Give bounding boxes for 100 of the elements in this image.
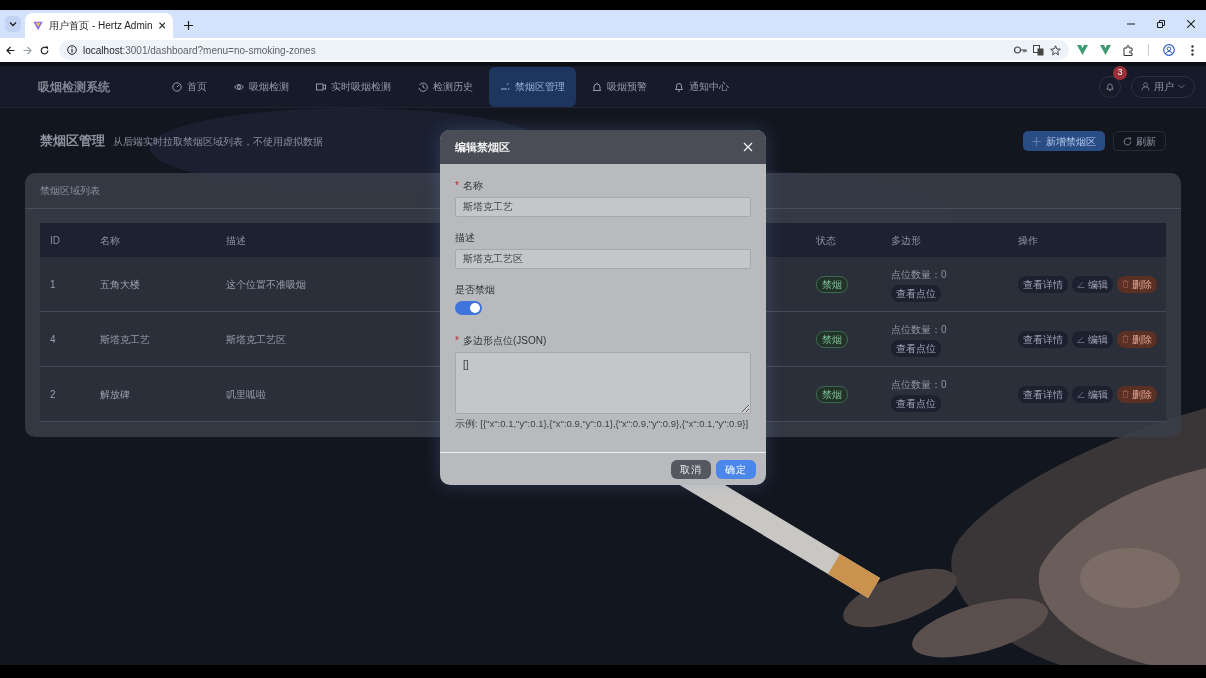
status-tag: 禁烟: [816, 275, 848, 293]
cancel-button[interactable]: 取消: [671, 459, 711, 479]
input-field[interactable]: 斯塔克工艺区: [455, 249, 751, 269]
table-cell-text: 叽里呱啦: [226, 387, 266, 402]
chevron-down-icon: [1178, 84, 1185, 89]
back-button[interactable]: [6, 45, 15, 55]
nav-tab[interactable]: 首页: [161, 66, 218, 107]
reload-icon: [1123, 136, 1132, 146]
column-header: 描述: [226, 233, 246, 248]
reload-button[interactable]: [40, 45, 49, 55]
video-camera-icon: [316, 81, 326, 92]
pencil-icon: [1077, 390, 1085, 398]
puzzle-icon[interactable]: [1123, 44, 1134, 56]
point-count: 点位数量：0: [891, 267, 947, 282]
refresh-button[interactable]: 刷新: [1113, 131, 1166, 151]
tab-title: 用户首页 - Hertz Admin: [49, 19, 153, 33]
field-label: 名称: [462, 179, 483, 193]
star-icon[interactable]: [1050, 44, 1061, 56]
nav-tab[interactable]: 吸烟检测: [223, 66, 300, 107]
nav-tab[interactable]: 吸烟预警: [581, 66, 658, 107]
notification-badge: 3: [1113, 66, 1127, 80]
close-icon[interactable]: [158, 22, 165, 29]
user-icon: [1141, 82, 1150, 91]
card-title: 禁烟区域列表: [40, 184, 100, 198]
key-icon[interactable]: [1014, 46, 1027, 54]
input-field[interactable]: 斯塔克工艺: [455, 197, 751, 217]
dialog-title: 编辑禁烟区: [455, 139, 510, 155]
nav-tab[interactable]: 禁烟区管理: [489, 66, 576, 107]
bell-icon: [674, 81, 684, 92]
confirm-button[interactable]: 确定: [716, 459, 756, 479]
details-button[interactable]: 查看详情: [1018, 330, 1068, 348]
view-points-button[interactable]: 查看点位: [891, 339, 941, 357]
add-zone-button[interactable]: 新增禁烟区: [1023, 131, 1105, 151]
tab-list-button[interactable]: [5, 16, 21, 32]
trash-icon: [1122, 335, 1129, 343]
field-label: 多边形点位(JSON): [462, 333, 547, 348]
browser-tab[interactable]: 用户首页 - Hertz Admin: [25, 13, 173, 38]
history-icon: [418, 81, 428, 92]
table-cell-text: 斯塔克工艺: [100, 332, 150, 347]
required-mark: *: [455, 179, 459, 193]
restore-icon: [1157, 20, 1165, 28]
menu-icon[interactable]: [1191, 44, 1194, 56]
reload-icon: [40, 45, 49, 55]
logo-icon: [33, 20, 44, 31]
column-header: 操作: [1018, 233, 1038, 248]
input-field[interactable]: []: [455, 351, 751, 414]
profile-icon[interactable]: [1163, 44, 1175, 56]
close-icon: [1187, 20, 1195, 28]
edit-button[interactable]: 编辑: [1072, 275, 1113, 293]
forward-button[interactable]: [23, 45, 32, 55]
required-mark: *: [455, 333, 459, 348]
nav-tab[interactable]: 检测历史: [407, 66, 484, 107]
plus-icon: [1032, 136, 1041, 146]
pencil-icon: [1077, 335, 1085, 343]
translate-icon[interactable]: [1033, 44, 1044, 56]
app-brand: 吸烟检测系统: [38, 78, 111, 96]
eye-icon: [234, 81, 244, 92]
address-bar[interactable]: localhost:3001/dashboard?menu=no-smoking-zones: [59, 40, 1069, 60]
bell-icon: [1106, 81, 1114, 92]
plus-icon: [183, 20, 193, 30]
column-header: 名称: [100, 233, 120, 248]
trash-icon: [1122, 390, 1129, 398]
forward-arrow-icon: [23, 45, 32, 55]
nav-tab[interactable]: 实时吸烟检测: [305, 66, 402, 107]
pencil-icon: [1077, 280, 1085, 288]
close-icon: [742, 141, 754, 153]
view-points-button[interactable]: 查看点位: [891, 284, 941, 302]
table-cell-text: 斯塔克工艺区: [226, 332, 286, 347]
back-arrow-icon: [6, 45, 15, 55]
column-header: 多边形: [891, 233, 921, 248]
point-count: 点位数量：0: [891, 322, 947, 337]
gauge-icon: [172, 81, 182, 92]
delete-button[interactable]: 删除: [1117, 275, 1157, 293]
point-count: 点位数量：0: [891, 377, 947, 392]
trash-icon: [1122, 280, 1129, 288]
extension-icon[interactable]: [1077, 45, 1088, 55]
page-title: 禁烟区管理: [40, 132, 105, 151]
view-points-button[interactable]: 查看点位: [891, 394, 941, 412]
edit-button[interactable]: 编辑: [1072, 385, 1113, 403]
toggle-switch[interactable]: [455, 301, 482, 315]
details-button[interactable]: 查看详情: [1018, 275, 1068, 293]
chevron-down-icon: [9, 20, 17, 28]
alarm-icon: [592, 81, 602, 92]
delete-button[interactable]: 删除: [1117, 330, 1157, 348]
field-hint: 示例: [{"x":0.1,"y":0.1},{"x":0.9,"y":0.1},{"x":0.9,"y":0.9},{"x":0.1,"y":0.9}]: [455, 416, 749, 431]
nav-tab[interactable]: 通知中心: [663, 66, 740, 107]
delete-button[interactable]: 删除: [1117, 385, 1157, 403]
details-button[interactable]: 查看详情: [1018, 385, 1068, 403]
table-cell-text: 1: [50, 277, 56, 292]
field-label: 是否禁烟: [455, 283, 495, 297]
extension-icon[interactable]: [1100, 45, 1111, 55]
close-button[interactable]: [742, 141, 754, 153]
table-cell-text: 2: [50, 387, 56, 402]
table-cell-text: 解放碑: [100, 387, 130, 402]
table-cell-text: 五角大楼: [100, 277, 140, 292]
edit-button[interactable]: 编辑: [1072, 330, 1113, 348]
status-tag: 禁烟: [816, 330, 848, 348]
column-header: 状态: [816, 233, 836, 248]
minimize-icon: [1127, 23, 1135, 25]
status-tag: 禁烟: [816, 385, 848, 403]
